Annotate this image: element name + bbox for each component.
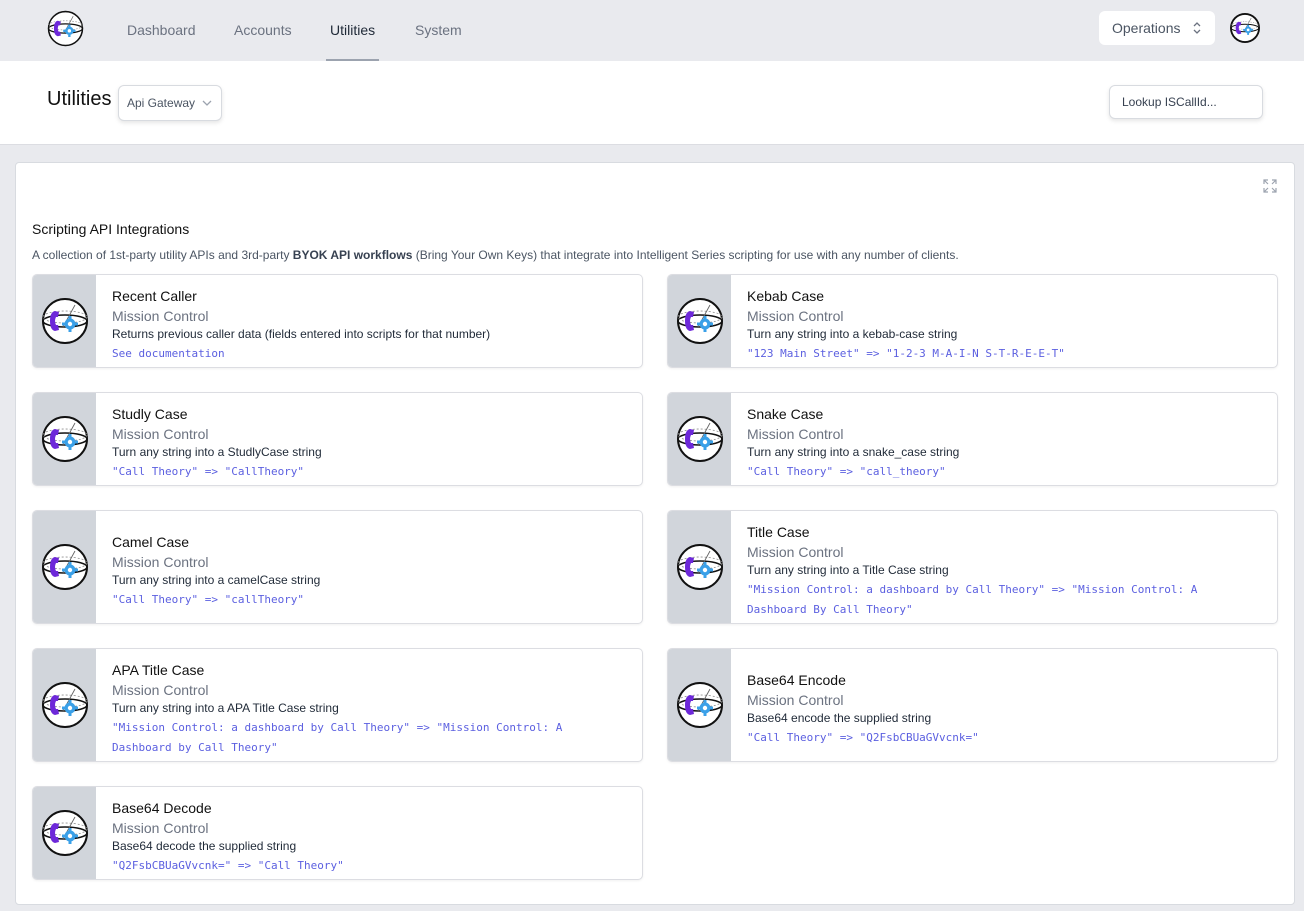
- card-title: Studly Case: [112, 406, 188, 422]
- nav-dashboard[interactable]: Dashboard: [123, 0, 200, 61]
- card-subtitle: Mission Control: [747, 308, 844, 324]
- card-description: Turn any string into a StudlyCase string: [112, 445, 322, 459]
- card-base64-encode[interactable]: Base64 Encode Mission Control Base64 enc…: [667, 648, 1278, 762]
- operations-select-value: Operations: [1112, 20, 1181, 36]
- desc-bold: BYOK API workflows: [292, 248, 413, 262]
- card-description: Turn any string into a APA Title Case st…: [112, 701, 339, 715]
- call-theory-logo-icon: [676, 297, 724, 345]
- card-icon-panel: [668, 649, 731, 761]
- card-description: Turn any string into a kebab-case string: [747, 327, 958, 341]
- user-avatar[interactable]: [1230, 13, 1260, 43]
- card-studly-case[interactable]: Studly Case Mission Control Turn any str…: [32, 392, 643, 486]
- gateway-select-value: Api Gateway: [127, 96, 196, 110]
- card-subtitle: Mission Control: [112, 682, 209, 698]
- chevron-up-down-icon: [1193, 22, 1201, 34]
- card-description: Base64 decode the supplied string: [112, 839, 297, 853]
- card-example: "Call Theory" => "CallTheory": [112, 465, 305, 478]
- card-icon-panel: [33, 275, 96, 367]
- card-subtitle: Mission Control: [112, 308, 209, 324]
- card-icon-panel: [33, 393, 96, 485]
- top-nav: Dashboard Accounts Utilities System Oper…: [0, 0, 1304, 61]
- card-camel-case[interactable]: Camel Case Mission Control Turn any stri…: [32, 510, 643, 624]
- gateway-select[interactable]: Api Gateway: [118, 85, 222, 121]
- card-description: Turn any string into a snake_case string: [747, 445, 960, 459]
- card-description: Base64 encode the supplied string: [747, 711, 932, 725]
- call-theory-logo-icon: [676, 415, 724, 463]
- card-icon-panel: [33, 511, 96, 623]
- card-base64-decode[interactable]: Base64 Decode Mission Control Base64 dec…: [32, 786, 643, 880]
- section-title: Scripting API Integrations: [32, 221, 190, 237]
- card-icon-panel: [668, 275, 731, 367]
- see-documentation-link[interactable]: See documentation: [112, 344, 626, 364]
- card-example: "Mission Control: a dashboard by Call Th…: [747, 583, 1198, 616]
- card-description: Returns previous caller data (fields ent…: [112, 327, 491, 341]
- card-example: "Q2FsbCBUaGVvcnk=" => "Call Theory": [112, 859, 344, 872]
- card-description: Turn any string into a camelCase string: [112, 573, 321, 587]
- lookup-iscallid-input[interactable]: [1109, 85, 1263, 119]
- card-example: "Call Theory" => "call_theory": [747, 465, 946, 478]
- card-title: Camel Case: [112, 534, 190, 550]
- card-subtitle: Mission Control: [112, 554, 209, 570]
- call-theory-logo-icon: [41, 681, 89, 729]
- card-title: Kebab Case: [747, 288, 825, 304]
- card-icon-panel: [33, 787, 96, 879]
- card-snake-case[interactable]: Snake Case Mission Control Turn any stri…: [667, 392, 1278, 486]
- card-title-case[interactable]: Title Case Mission Control Turn any stri…: [667, 510, 1278, 624]
- desc-text: (Bring Your Own Keys) that integrate int…: [412, 248, 959, 262]
- expand-icon[interactable]: [1263, 179, 1277, 193]
- card-subtitle: Mission Control: [747, 426, 844, 442]
- card-icon-panel: [668, 393, 731, 485]
- card-description: Turn any string into a Title Case string: [747, 563, 949, 577]
- card-subtitle: Mission Control: [112, 820, 209, 836]
- card-example: "Call Theory" => "callTheory": [112, 593, 305, 606]
- card-example: "123 Main Street" => "1-2-3 M-A-I-N S-T-…: [747, 347, 1065, 360]
- call-theory-logo-icon: [41, 415, 89, 463]
- avatar-logo-icon: [1230, 13, 1260, 43]
- card-icon-panel: [33, 649, 96, 761]
- operations-select[interactable]: Operations: [1099, 11, 1215, 45]
- chevron-down-icon: [202, 100, 212, 106]
- card-recent-caller[interactable]: Recent Caller Mission Control Returns pr…: [32, 274, 643, 368]
- call-theory-logo-icon: [676, 543, 724, 591]
- nav-utilities[interactable]: Utilities: [326, 0, 380, 61]
- page-header: Utilities Api Gateway: [0, 61, 1304, 145]
- card-kebab-case[interactable]: Kebab Case Mission Control Turn any stri…: [667, 274, 1278, 368]
- card-apa-title-case[interactable]: APA Title Case Mission Control Turn any …: [32, 648, 643, 762]
- call-theory-logo-icon: [41, 809, 89, 857]
- call-theory-logo-icon[interactable]: [47, 10, 84, 47]
- card-title: Base64 Decode: [112, 800, 212, 816]
- section-description: A collection of 1st-party utility APIs a…: [32, 248, 959, 262]
- nav-system[interactable]: System: [411, 0, 466, 61]
- card-icon-panel: [668, 511, 731, 623]
- card-title: Title Case: [747, 524, 810, 540]
- card-title: Base64 Encode: [747, 672, 846, 688]
- card-subtitle: Mission Control: [747, 692, 844, 708]
- card-title: APA Title Case: [112, 662, 205, 678]
- page-title: Utilities: [47, 88, 112, 110]
- card-subtitle: Mission Control: [112, 426, 209, 442]
- call-theory-logo-icon: [41, 297, 89, 345]
- card-example: "Mission Control: a dashboard by Call Th…: [112, 721, 563, 754]
- desc-text: A collection of 1st-party utility APIs a…: [32, 248, 293, 262]
- integrations-panel: Scripting API Integrations A collection …: [15, 162, 1295, 905]
- card-subtitle: Mission Control: [747, 544, 844, 560]
- call-theory-logo-icon: [676, 681, 724, 729]
- card-title: Recent Caller: [112, 288, 197, 304]
- nav-accounts[interactable]: Accounts: [230, 0, 296, 61]
- card-title: Snake Case: [747, 406, 824, 422]
- card-example: "Call Theory" => "Q2FsbCBUaGVvcnk=": [747, 731, 979, 744]
- call-theory-logo-icon: [41, 543, 89, 591]
